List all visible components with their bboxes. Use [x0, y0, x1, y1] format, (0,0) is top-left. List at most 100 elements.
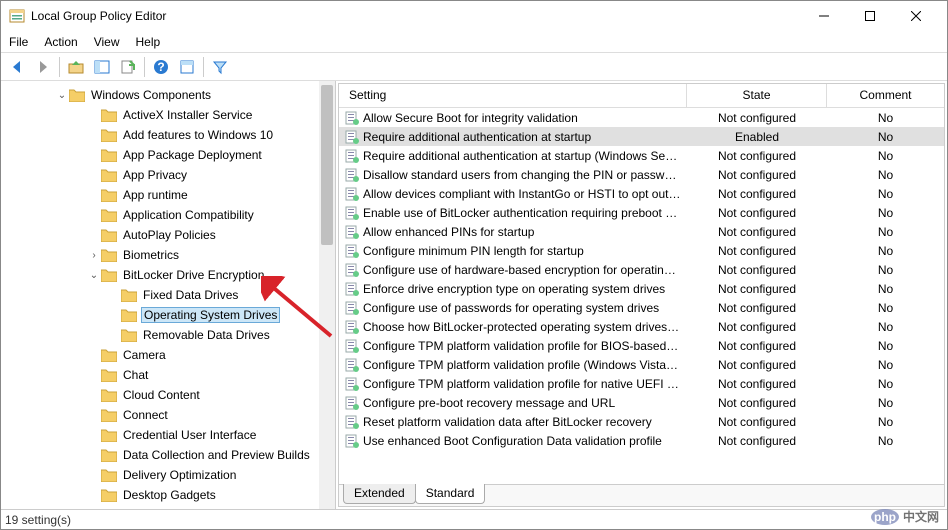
- folder-icon: [101, 488, 117, 502]
- tree-item-label: Fixed Data Drives: [141, 288, 240, 302]
- toolbar: ?: [1, 53, 947, 81]
- tree-item[interactable]: ›Desktop Window Manager: [1, 505, 335, 509]
- tree-item[interactable]: App Package Deployment: [1, 145, 335, 165]
- setting-comment: No: [827, 149, 944, 163]
- policy-icon: [345, 396, 359, 410]
- list-tabs: Extended Standard: [339, 484, 944, 506]
- policy-icon: [345, 263, 359, 277]
- tree-item[interactable]: ›Biometrics: [1, 245, 335, 265]
- policy-icon: [345, 130, 359, 144]
- list-row[interactable]: Reset platform validation data after Bit…: [339, 412, 944, 431]
- tree-item[interactable]: App Privacy: [1, 165, 335, 185]
- expand-icon[interactable]: ›: [87, 250, 101, 261]
- setting-name: Allow enhanced PINs for startup: [363, 225, 534, 239]
- list-row[interactable]: Configure TPM platform validation profil…: [339, 355, 944, 374]
- tree-item[interactable]: ⌄BitLocker Drive Encryption: [1, 265, 335, 285]
- list-row[interactable]: Choose how BitLocker-protected operating…: [339, 317, 944, 336]
- expand-icon[interactable]: ⌄: [87, 270, 101, 281]
- list-row[interactable]: Allow enhanced PINs for startup Not confi…: [339, 222, 944, 241]
- list-row[interactable]: Enable use of BitLocker authentication r…: [339, 203, 944, 222]
- setting-state: Not configured: [687, 358, 827, 372]
- list-row[interactable]: Disallow standard users from changing th…: [339, 165, 944, 184]
- folder-icon: [69, 88, 85, 102]
- tree-item[interactable]: Chat: [1, 365, 335, 385]
- list-row[interactable]: Configure pre-boot recovery message and …: [339, 393, 944, 412]
- tab-extended[interactable]: Extended: [343, 484, 416, 504]
- col-setting[interactable]: Setting: [339, 84, 687, 107]
- folder-icon: [101, 248, 117, 262]
- export-list-button[interactable]: [116, 55, 140, 79]
- list-row[interactable]: Require additional authentication at sta…: [339, 146, 944, 165]
- list-row[interactable]: Configure TPM platform validation profil…: [339, 374, 944, 393]
- tree-item[interactable]: Camera: [1, 345, 335, 365]
- setting-comment: No: [827, 301, 944, 315]
- menu-action[interactable]: Action: [44, 35, 77, 49]
- tree-item[interactable]: Desktop Gadgets: [1, 485, 335, 505]
- tree-item[interactable]: Connect: [1, 405, 335, 425]
- tree-item-label: ActiveX Installer Service: [121, 108, 254, 122]
- col-state[interactable]: State: [687, 84, 827, 107]
- tree-item[interactable]: Fixed Data Drives: [1, 285, 335, 305]
- menu-view[interactable]: View: [94, 35, 120, 49]
- tree-scrollbar[interactable]: [319, 81, 335, 509]
- tree-item-label: Application Compatibility: [121, 208, 256, 222]
- setting-name: Configure pre-boot recovery message and …: [363, 396, 615, 410]
- col-comment[interactable]: Comment: [827, 84, 944, 107]
- tree-root-row[interactable]: ⌄ Windows Components: [1, 85, 335, 105]
- list-row[interactable]: Use enhanced Boot Configuration Data val…: [339, 431, 944, 450]
- properties-button[interactable]: [175, 55, 199, 79]
- list-row[interactable]: Enforce drive encryption type on operati…: [339, 279, 944, 298]
- menu-file[interactable]: File: [9, 35, 28, 49]
- menu-help[interactable]: Help: [136, 35, 161, 49]
- setting-comment: No: [827, 415, 944, 429]
- setting-state: Not configured: [687, 282, 827, 296]
- setting-comment: No: [827, 130, 944, 144]
- chevron-down-icon[interactable]: ⌄: [55, 90, 69, 101]
- tree-item[interactable]: Add features to Windows 10: [1, 125, 335, 145]
- list-row[interactable]: Allow Secure Boot for integrity validati…: [339, 108, 944, 127]
- list-body[interactable]: Allow Secure Boot for integrity validati…: [339, 108, 944, 484]
- setting-state: Not configured: [687, 320, 827, 334]
- folder-icon: [101, 408, 117, 422]
- up-button[interactable]: [64, 55, 88, 79]
- list-row[interactable]: Allow devices compliant with InstantGo o…: [339, 184, 944, 203]
- tree-item[interactable]: AutoPlay Policies: [1, 225, 335, 245]
- tree-item[interactable]: ActiveX Installer Service: [1, 105, 335, 125]
- close-button[interactable]: [893, 1, 939, 31]
- tree-item[interactable]: Delivery Optimization: [1, 465, 335, 485]
- tree-item[interactable]: Data Collection and Preview Builds: [1, 445, 335, 465]
- setting-state: Not configured: [687, 225, 827, 239]
- setting-name: Choose how BitLocker-protected operating…: [363, 320, 681, 334]
- back-button[interactable]: [5, 55, 29, 79]
- minimize-button[interactable]: [801, 1, 847, 31]
- help-button[interactable]: ?: [149, 55, 173, 79]
- policy-icon: [345, 415, 359, 429]
- filter-button[interactable]: [208, 55, 232, 79]
- list-pane: Setting State Comment Allow Secure Boot …: [338, 83, 945, 507]
- policy-icon: [345, 187, 359, 201]
- setting-comment: No: [827, 358, 944, 372]
- list-row[interactable]: Configure TPM platform validation profil…: [339, 336, 944, 355]
- tree-item[interactable]: Application Compatibility: [1, 205, 335, 225]
- tree-item[interactable]: Credential User Interface: [1, 425, 335, 445]
- forward-button[interactable]: [31, 55, 55, 79]
- setting-comment: No: [827, 244, 944, 258]
- tree-item[interactable]: Removable Data Drives: [1, 325, 335, 345]
- maximize-button[interactable]: [847, 1, 893, 31]
- tree-pane[interactable]: ⌄ Windows Components ActiveX Installer S…: [1, 81, 336, 509]
- folder-icon: [101, 508, 117, 509]
- tree-item[interactable]: Operating System Drives: [1, 305, 335, 325]
- setting-state: Not configured: [687, 339, 827, 353]
- list-row[interactable]: Configure use of passwords for operating…: [339, 298, 944, 317]
- list-row[interactable]: Configure minimum PIN length for startup…: [339, 241, 944, 260]
- policy-icon: [345, 358, 359, 372]
- tree-item[interactable]: Cloud Content: [1, 385, 335, 405]
- list-row[interactable]: Require additional authentication at sta…: [339, 127, 944, 146]
- setting-state: Not configured: [687, 301, 827, 315]
- list-row[interactable]: Configure use of hardware-based encrypti…: [339, 260, 944, 279]
- show-hide-tree-button[interactable]: [90, 55, 114, 79]
- tab-standard[interactable]: Standard: [415, 484, 486, 504]
- policy-icon: [345, 149, 359, 163]
- setting-state: Not configured: [687, 396, 827, 410]
- tree-item[interactable]: App runtime: [1, 185, 335, 205]
